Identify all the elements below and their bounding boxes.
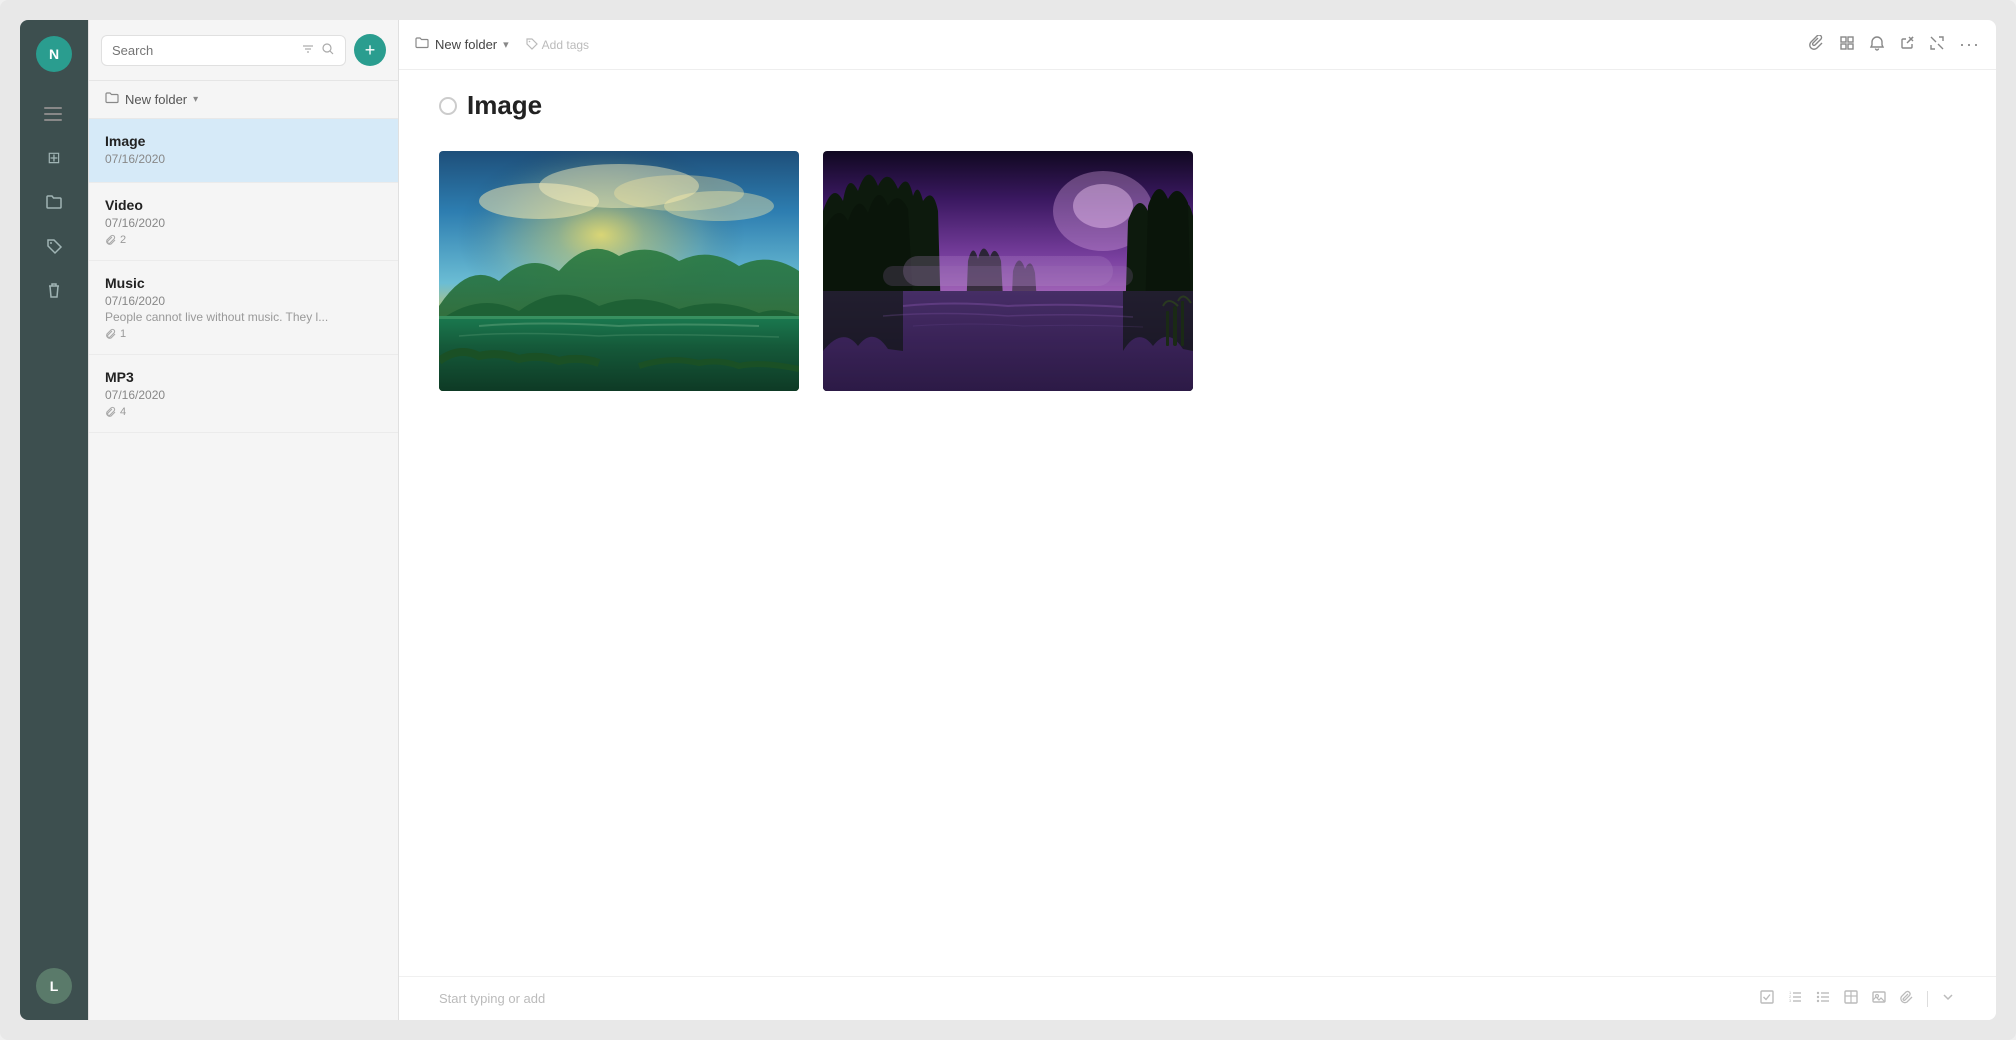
filter-icon[interactable]	[301, 42, 315, 59]
note-item-video[interactable]: Video 07/16/2020 2	[89, 183, 398, 261]
sidebar-header: +	[89, 20, 398, 81]
toolbar-divider	[1927, 991, 1928, 1007]
table-toolbar-icon[interactable]	[1843, 989, 1859, 1008]
menu-icon[interactable]	[36, 96, 72, 132]
topbar: New folder ▾ Add tags	[399, 20, 1996, 70]
folder-name: New folder	[125, 92, 187, 107]
chevron-down-toolbar-icon[interactable]	[1940, 989, 1956, 1008]
icon-rail: N ⊞ L	[20, 20, 88, 1020]
topbar-actions: ···	[1809, 34, 1980, 55]
note-title: Music	[105, 275, 382, 291]
tags-icon	[525, 37, 538, 53]
note-image-2[interactable]	[823, 151, 1193, 391]
note-title: Image	[105, 133, 382, 149]
note-date: 07/16/2020	[105, 388, 382, 402]
note-title: Video	[105, 197, 382, 213]
user-avatar-top[interactable]: N	[36, 36, 72, 72]
folder-chevron-icon[interactable]: ▾	[193, 94, 198, 105]
note-list: Image 07/16/2020 Video 07/16/2020 2 Musi…	[89, 119, 398, 1020]
add-button[interactable]: +	[354, 34, 386, 66]
note-status-circle[interactable]	[439, 97, 457, 115]
folder-nav-icon[interactable]	[36, 184, 72, 220]
sidebar: + New folder ▾ Image 07/16/2020 Video 07…	[88, 20, 398, 1020]
share-icon[interactable]	[1899, 35, 1915, 55]
more-options-icon[interactable]: ···	[1959, 34, 1980, 55]
note-attachments: 1	[105, 328, 382, 340]
note-item-music[interactable]: Music 07/16/2020 People cannot live with…	[89, 261, 398, 355]
note-title: MP3	[105, 369, 382, 385]
attach-icon[interactable]	[1809, 35, 1825, 55]
editor-placeholder[interactable]: Start typing or add	[439, 991, 1747, 1006]
grid-icon[interactable]: ⊞	[36, 140, 72, 176]
topbar-folder[interactable]: New folder ▾	[415, 36, 509, 53]
attach-toolbar-icon[interactable]	[1899, 989, 1915, 1008]
note-attachments: 2	[105, 234, 382, 246]
note-item-mp3[interactable]: MP3 07/16/2020 4	[89, 355, 398, 433]
main-content: New folder ▾ Add tags	[398, 20, 1996, 1020]
add-tags-label: Add tags	[542, 38, 589, 52]
search-input[interactable]	[112, 43, 295, 58]
topbar-folder-chevron[interactable]: ▾	[503, 38, 509, 51]
ordered-list-toolbar-icon[interactable]: 1 2 3	[1787, 989, 1803, 1008]
note-image-1[interactable]	[439, 151, 799, 391]
unordered-list-toolbar-icon[interactable]	[1815, 989, 1831, 1008]
search-magnifier-icon[interactable]	[321, 42, 335, 59]
note-excerpt: People cannot live without music. They l…	[105, 310, 365, 324]
svg-text:3: 3	[1789, 998, 1792, 1003]
grid-view-icon[interactable]	[1839, 35, 1855, 55]
note-main-title: Image	[467, 90, 542, 121]
images-grid	[439, 151, 1956, 391]
topbar-add-tags[interactable]: Add tags	[525, 37, 589, 53]
note-date: 07/16/2020	[105, 152, 382, 166]
note-header: Image	[439, 90, 1956, 121]
folder-header[interactable]: New folder ▾	[89, 81, 398, 119]
bell-icon[interactable]	[1869, 35, 1885, 55]
tag-nav-icon[interactable]	[36, 228, 72, 264]
note-item-image[interactable]: Image 07/16/2020	[89, 119, 398, 183]
note-date: 07/16/2020	[105, 294, 382, 308]
note-content-area: Image	[399, 70, 1996, 976]
trash-nav-icon[interactable]	[36, 272, 72, 308]
expand-icon[interactable]	[1929, 35, 1945, 55]
checkbox-toolbar-icon[interactable]	[1759, 989, 1775, 1008]
folder-small-icon	[105, 91, 119, 108]
note-date: 07/16/2020	[105, 216, 382, 230]
topbar-folder-name: New folder	[435, 37, 497, 52]
user-avatar-bottom[interactable]: L	[36, 968, 72, 1004]
editor-toolbar: Start typing or add 1 2 3	[399, 976, 1996, 1020]
image-toolbar-icon[interactable]	[1871, 989, 1887, 1008]
note-attachments: 4	[105, 406, 382, 418]
search-box[interactable]	[101, 35, 346, 66]
topbar-folder-icon	[415, 36, 429, 53]
